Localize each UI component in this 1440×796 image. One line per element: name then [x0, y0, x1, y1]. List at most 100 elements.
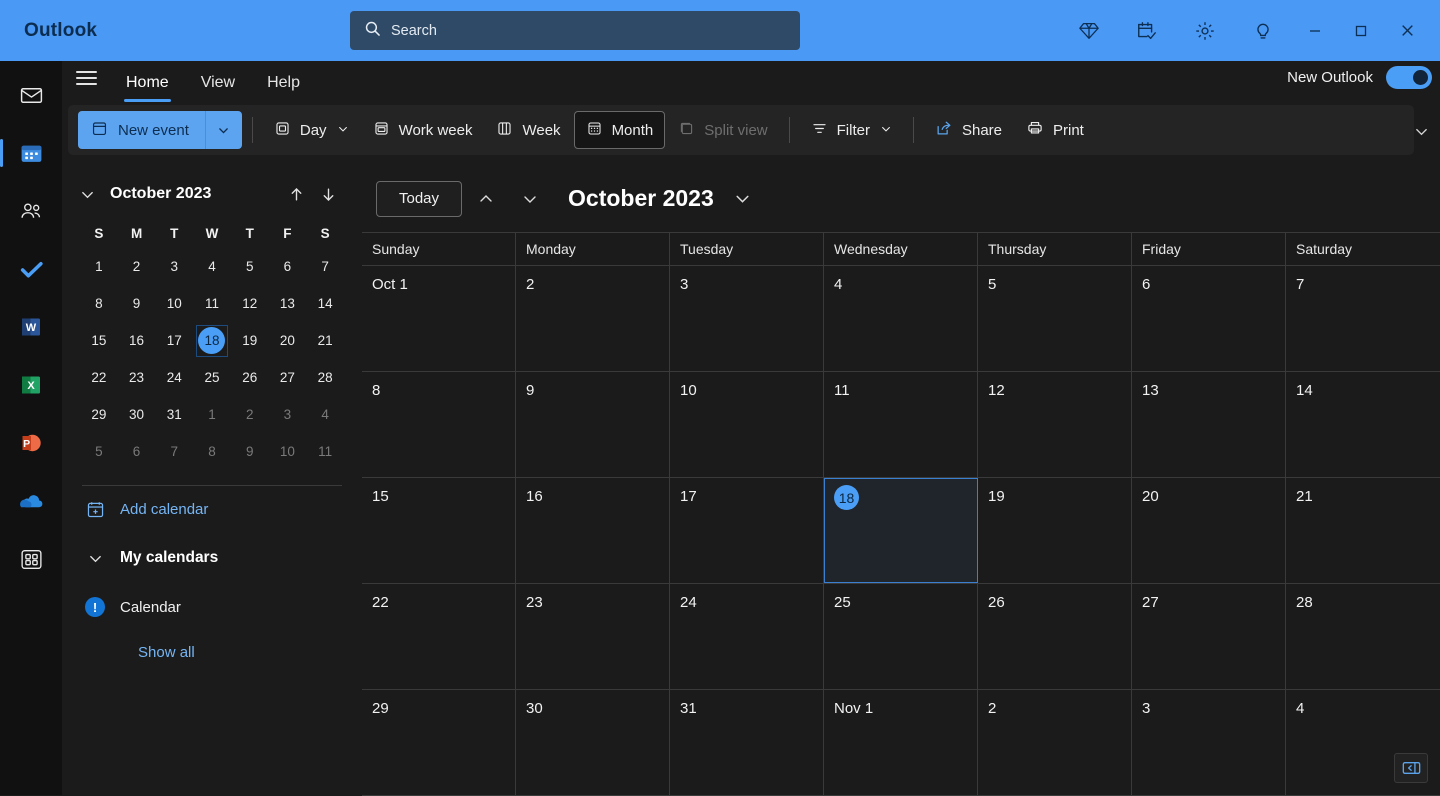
- mini-calendar-day[interactable]: 5: [80, 434, 118, 469]
- calendar-day-cell[interactable]: 19: [978, 478, 1132, 583]
- mini-calendar-day[interactable]: 4: [306, 397, 344, 432]
- calendar-day-cell[interactable]: 17: [670, 478, 824, 583]
- calendar-day-cell[interactable]: 7: [1286, 266, 1440, 371]
- rail-item-powerpoint[interactable]: P: [8, 419, 54, 467]
- mini-calendar-day[interactable]: 6: [118, 434, 156, 469]
- maximize-button[interactable]: [1338, 0, 1384, 61]
- day-chevron-down-icon[interactable]: [337, 122, 349, 139]
- calendar-day-cell-today[interactable]: 18: [824, 478, 978, 583]
- mini-calendar-day[interactable]: 27: [269, 360, 307, 395]
- mini-calendar-day[interactable]: 21: [306, 323, 344, 358]
- calendar-day-cell[interactable]: 2: [516, 266, 670, 371]
- mini-calendar-day[interactable]: 5: [231, 249, 269, 284]
- close-button[interactable]: [1384, 0, 1430, 61]
- calendar-day-cell[interactable]: 23: [516, 584, 670, 689]
- calendar-list-item[interactable]: ! Calendar: [80, 584, 344, 630]
- calendar-day-cell[interactable]: 13: [1132, 372, 1286, 477]
- filter-button[interactable]: Filter: [800, 111, 903, 149]
- mini-calendar-day[interactable]: 13: [269, 286, 307, 321]
- mini-calendar-day[interactable]: 23: [118, 360, 156, 395]
- mini-calendar-day[interactable]: 11: [306, 434, 344, 469]
- new-outlook-toggle-group[interactable]: New Outlook: [1287, 66, 1432, 89]
- mini-calendar-day[interactable]: 8: [193, 434, 231, 469]
- add-calendar-button[interactable]: Add calendar: [80, 486, 344, 532]
- view-work-week-button[interactable]: Work week: [362, 111, 484, 149]
- premium-diamond-icon[interactable]: [1060, 0, 1118, 61]
- calendar-day-cell[interactable]: 30: [516, 690, 670, 795]
- mini-calendar-day[interactable]: 31: [155, 397, 193, 432]
- rail-item-calendar[interactable]: [0, 129, 54, 177]
- minimize-button[interactable]: [1292, 0, 1338, 61]
- calendar-check-icon[interactable]: [1118, 0, 1176, 61]
- tab-view[interactable]: View: [185, 61, 251, 105]
- mini-calendar-day[interactable]: 10: [269, 434, 307, 469]
- mini-calendar-day[interactable]: 3: [269, 397, 307, 432]
- rail-item-people[interactable]: [8, 187, 54, 235]
- mini-calendar-day[interactable]: 8: [80, 286, 118, 321]
- calendar-day-cell[interactable]: 29: [362, 690, 516, 795]
- calendar-day-cell[interactable]: 21: [1286, 478, 1440, 583]
- mini-calendar-day[interactable]: 7: [155, 434, 193, 469]
- month-picker-chevron-icon[interactable]: [734, 190, 751, 207]
- calendar-day-cell[interactable]: 27: [1132, 584, 1286, 689]
- mini-calendar-day[interactable]: 7: [306, 249, 344, 284]
- calendar-day-cell[interactable]: 9: [516, 372, 670, 477]
- mini-calendar-day[interactable]: 14: [306, 286, 344, 321]
- calendar-day-cell[interactable]: 5: [978, 266, 1132, 371]
- rail-item-todo[interactable]: [8, 245, 54, 293]
- calendar-day-cell[interactable]: 6: [1132, 266, 1286, 371]
- show-all-button[interactable]: Show all: [80, 630, 344, 674]
- calendar-day-cell[interactable]: Oct 1: [362, 266, 516, 371]
- today-button[interactable]: Today: [376, 180, 463, 217]
- share-button[interactable]: Share: [924, 111, 1013, 149]
- hamburger-menu-icon[interactable]: [62, 61, 110, 105]
- rail-item-onedrive[interactable]: [8, 477, 54, 525]
- calendar-day-cell[interactable]: 8: [362, 372, 516, 477]
- my-calendars-chevron-icon[interactable]: [84, 551, 106, 566]
- mini-calendar-day-today[interactable]: 18: [193, 323, 231, 358]
- calendar-day-cell[interactable]: 20: [1132, 478, 1286, 583]
- calendar-day-cell[interactable]: 16: [516, 478, 670, 583]
- filter-chevron-down-icon[interactable]: [880, 122, 892, 139]
- mini-calendar-day[interactable]: 20: [269, 323, 307, 358]
- mini-calendar-day[interactable]: 2: [231, 397, 269, 432]
- my-calendars-group[interactable]: My calendars: [80, 532, 344, 584]
- mini-calendar-day[interactable]: 28: [306, 360, 344, 395]
- lightbulb-icon[interactable]: [1234, 0, 1292, 61]
- previous-month-chevron-icon[interactable]: [466, 181, 506, 217]
- new-outlook-toggle[interactable]: [1386, 66, 1432, 89]
- mini-calendar-day[interactable]: 1: [80, 249, 118, 284]
- mini-calendar-day[interactable]: 10: [155, 286, 193, 321]
- new-event-button[interactable]: New event: [78, 111, 206, 149]
- mini-calendar-day[interactable]: 12: [231, 286, 269, 321]
- rail-item-apps[interactable]: [8, 535, 54, 583]
- mini-calendar-day[interactable]: 1: [193, 397, 231, 432]
- mini-calendar-day[interactable]: 3: [155, 249, 193, 284]
- mini-calendar-day[interactable]: 4: [193, 249, 231, 284]
- calendar-day-cell[interactable]: 28: [1286, 584, 1440, 689]
- calendar-day-cell[interactable]: 31: [670, 690, 824, 795]
- panel-expand-icon[interactable]: [1394, 753, 1428, 783]
- calendar-day-cell[interactable]: 11: [824, 372, 978, 477]
- rail-item-excel[interactable]: X: [8, 361, 54, 409]
- calendar-day-cell[interactable]: 3: [670, 266, 824, 371]
- calendar-day-cell[interactable]: 10: [670, 372, 824, 477]
- mini-calendar-day[interactable]: 25: [193, 360, 231, 395]
- calendar-day-cell[interactable]: 12: [978, 372, 1132, 477]
- calendar-day-cell[interactable]: 14: [1286, 372, 1440, 477]
- mini-calendar-prev-icon[interactable]: [280, 186, 312, 203]
- mini-calendar-day[interactable]: 24: [155, 360, 193, 395]
- new-event-button-group[interactable]: New event: [78, 111, 242, 149]
- mini-calendar-day[interactable]: 11: [193, 286, 231, 321]
- calendar-day-cell[interactable]: 22: [362, 584, 516, 689]
- next-month-chevron-icon[interactable]: [510, 181, 550, 217]
- ribbon-collapse-chevron-icon[interactable]: [1408, 119, 1434, 143]
- mini-calendar-day[interactable]: 6: [269, 249, 307, 284]
- mini-calendar-day[interactable]: 30: [118, 397, 156, 432]
- calendar-day-cell[interactable]: 26: [978, 584, 1132, 689]
- calendar-day-cell[interactable]: Nov 1: [824, 690, 978, 795]
- view-day-button[interactable]: Day: [263, 111, 360, 149]
- tab-help[interactable]: Help: [251, 61, 316, 105]
- rail-item-mail[interactable]: [8, 71, 54, 119]
- calendar-day-cell[interactable]: 3: [1132, 690, 1286, 795]
